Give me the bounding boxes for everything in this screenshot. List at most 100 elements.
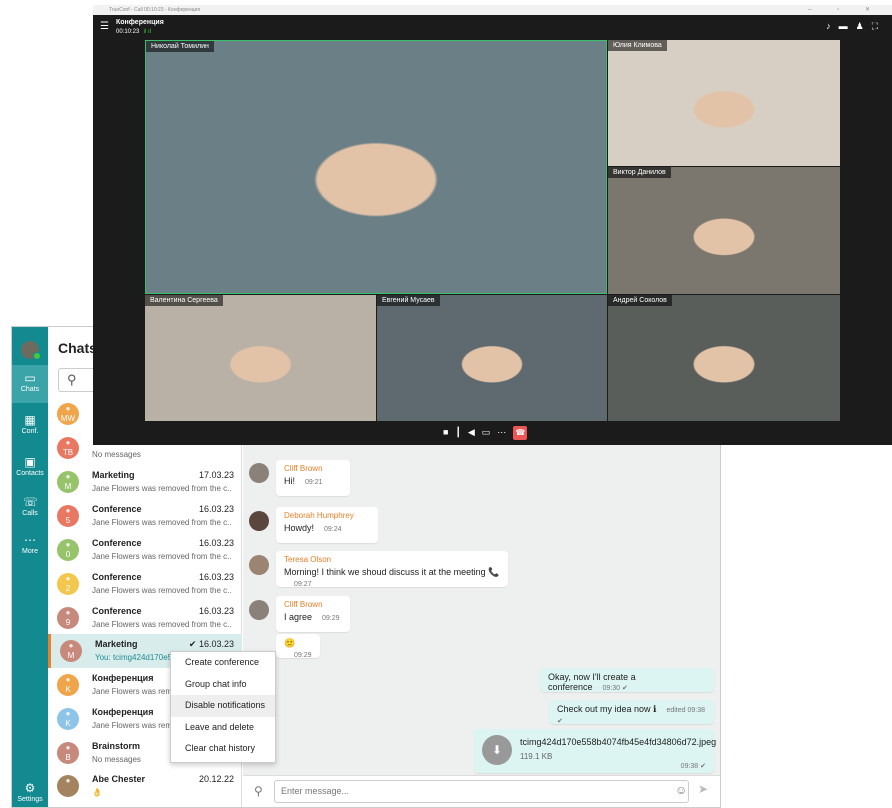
chat-date: ✔ 16.03.23 <box>188 639 234 649</box>
calls-icon: ☏ <box>23 495 39 509</box>
window-controls[interactable]: – ▫ ✕ <box>808 6 882 13</box>
chat-date: 16.03.23 <box>198 538 234 548</box>
chat-date: 16.03.23 <box>198 606 234 616</box>
avatar: B <box>57 732 79 764</box>
video-tile[interactable]: Николай Томилин <box>145 40 607 294</box>
call-controls: ■┃◀▭⋯ ☎ <box>443 426 528 442</box>
header-tools[interactable]: ♪▬♟⛶ <box>826 21 886 32</box>
video-feed <box>145 295 376 421</box>
chat-name: Abe Chester <box>92 774 146 784</box>
sidebar-item-settings[interactable]: ⚙ Settings <box>12 775 48 807</box>
sidebar-rail: ▭ Chats ▦ Conf. ▣ Contacts ☏ Calls ⋯ More ⚙ Se… <box>12 327 48 807</box>
avatar: TB <box>57 427 79 459</box>
context-menu: Create conference Group chat info Disabl… <box>170 651 276 763</box>
message-bubble[interactable]: Deborah Humphrey Howdy! 09:24 <box>276 507 378 543</box>
video-tile[interactable]: Андрей Соколов <box>608 295 840 421</box>
avatar: M <box>60 630 82 662</box>
page-title: Chats <box>58 340 97 356</box>
avatar: 2 <box>57 563 79 595</box>
list-item[interactable]: 0 Conference 16.03.23 Jane Flowers was remo… <box>48 529 242 567</box>
chat-name: Marketing <box>92 470 135 480</box>
chat-preview: Jane Flowers was removed from the c... <box>92 586 232 595</box>
chat-date: 20.12.22 <box>198 774 234 784</box>
avatar: M <box>57 461 79 493</box>
chat-name: Конференция <box>92 707 154 717</box>
chat-name: Conference <box>92 504 142 514</box>
chat-name: Conference <box>92 572 142 582</box>
menu-item-group-chat-info[interactable]: Group chat info <box>171 674 275 696</box>
download-icon[interactable]: ⬇ <box>482 735 512 765</box>
window-titlebar: TrueConf - Call 00:10:23 - Конференция –… <box>93 5 892 15</box>
sidebar-item-contacts[interactable]: ▣ Contacts <box>12 449 48 487</box>
hang-up-button[interactable]: ☎ <box>513 426 528 440</box>
more-icon: ⋯ <box>24 533 36 547</box>
video-tile[interactable]: Евгений Мусаев <box>377 295 607 421</box>
message-bubble[interactable]: Teresa Olson Morning! I think we shoud d… <box>276 551 508 588</box>
list-item[interactable]: 2 Conference 16.03.23 Jane Flowers was remo… <box>48 563 242 601</box>
contacts-icon: ▣ <box>24 455 36 469</box>
more-icon[interactable]: ⋯ <box>497 427 513 437</box>
video-tile[interactable]: Виктор Данилов <box>608 167 840 294</box>
sidebar-item-calls[interactable]: ☏ Calls <box>12 489 48 527</box>
avatar <box>249 463 269 483</box>
composer: ⚲ Enter message... ☺ ➤ <box>243 775 720 807</box>
message-bubble[interactable]: Cliff Brown I agree 09:29 <box>276 596 350 632</box>
fullscreen-icon[interactable]: ⛶ <box>872 21 886 31</box>
avatar: MW <box>57 393 79 425</box>
avatar[interactable] <box>21 341 41 360</box>
chat-date: 16.03.23 <box>198 504 234 514</box>
menu-icon[interactable]: ☰ <box>100 21 109 32</box>
chat-preview: 👌 <box>92 788 102 797</box>
message-bubble[interactable]: 🙂09:29 <box>276 634 320 659</box>
conference-icon: ▦ <box>24 413 36 427</box>
chat-icon[interactable]: ▬ <box>839 21 856 31</box>
gear-icon: ⚙ <box>24 781 36 795</box>
message-bubble[interactable]: Check out my idea now ℹ edited 09:38 ✔ <box>549 700 714 725</box>
chat-icon: ▭ <box>24 371 36 385</box>
message-bubble[interactable]: Cliff Brown Hi! 09:21 <box>276 460 350 496</box>
chat-date: 17.03.23 <box>198 470 234 480</box>
video-feed <box>608 167 840 294</box>
chat-preview: Jane Flowers was removed from the c... <box>92 484 232 493</box>
menu-item-disable-notifications[interactable]: Disable notifications <box>171 695 275 717</box>
microphone-icon[interactable]: ┃ <box>455 427 467 437</box>
chat-preview: Jane Flowers was removed from the c... <box>92 552 232 561</box>
bell-icon[interactable]: ♪ <box>826 21 839 31</box>
message-input[interactable]: Enter message... <box>274 780 689 803</box>
avatar: 5 <box>57 495 79 527</box>
speaker-icon[interactable]: ◀ <box>468 427 482 437</box>
sidebar-item-more[interactable]: ⋯ More <box>12 527 48 565</box>
avatar: 0 <box>57 529 79 561</box>
paperclip-icon[interactable]: ⚲ <box>254 784 263 798</box>
participants-icon[interactable]: ♟ <box>856 21 872 31</box>
avatar <box>57 765 79 797</box>
sidebar-item-conf[interactable]: ▦ Conf. <box>12 407 48 445</box>
list-item[interactable]: 5 Conference 16.03.23 Jane Flowers was remo… <box>48 495 242 533</box>
video-feed <box>377 295 607 421</box>
signal-icon: ıl ıl <box>143 29 152 35</box>
search-icon: ⚲ <box>67 372 77 387</box>
video-feed <box>146 41 606 293</box>
emoji-icon[interactable]: ☺ <box>675 783 687 797</box>
file-message[interactable]: ⬇ tcimg424d170e558b4074fb45e4fd34806d72.… <box>474 729 716 773</box>
list-item[interactable]: M Marketing 17.03.23 Jane Flowers was remov… <box>48 461 242 499</box>
avatar: 9 <box>57 597 79 629</box>
menu-item-leave-and-delete[interactable]: Leave and delete <box>171 717 275 739</box>
video-feed <box>608 40 840 166</box>
video-feed <box>608 295 840 421</box>
call-header: ☰ Конференция 00:10:23 ıl ıl ♪▬♟⛶ <box>100 19 886 35</box>
camera-icon[interactable]: ■ <box>443 427 455 437</box>
online-status-icon <box>33 352 41 360</box>
message-bubble[interactable]: Okay, now I'll create a conference 09:30 … <box>540 668 714 692</box>
menu-item-create-conference[interactable]: Create conference <box>171 652 275 674</box>
screen-share-icon[interactable]: ▭ <box>482 427 498 437</box>
sidebar-item-chats[interactable]: ▭ Chats <box>12 365 48 403</box>
list-item[interactable]: Abe Chester 20.12.22 👌 <box>48 765 242 803</box>
chat-name: Brainstorm <box>92 741 141 751</box>
chat-name: Conference <box>92 538 142 548</box>
menu-item-clear-chat-history[interactable]: Clear chat history <box>171 738 275 760</box>
video-tile[interactable]: Валентина Сергеева <box>145 295 376 421</box>
send-icon[interactable]: ➤ <box>698 782 708 796</box>
video-tile[interactable]: Юлия Климова <box>608 40 840 166</box>
avatar <box>249 555 269 575</box>
